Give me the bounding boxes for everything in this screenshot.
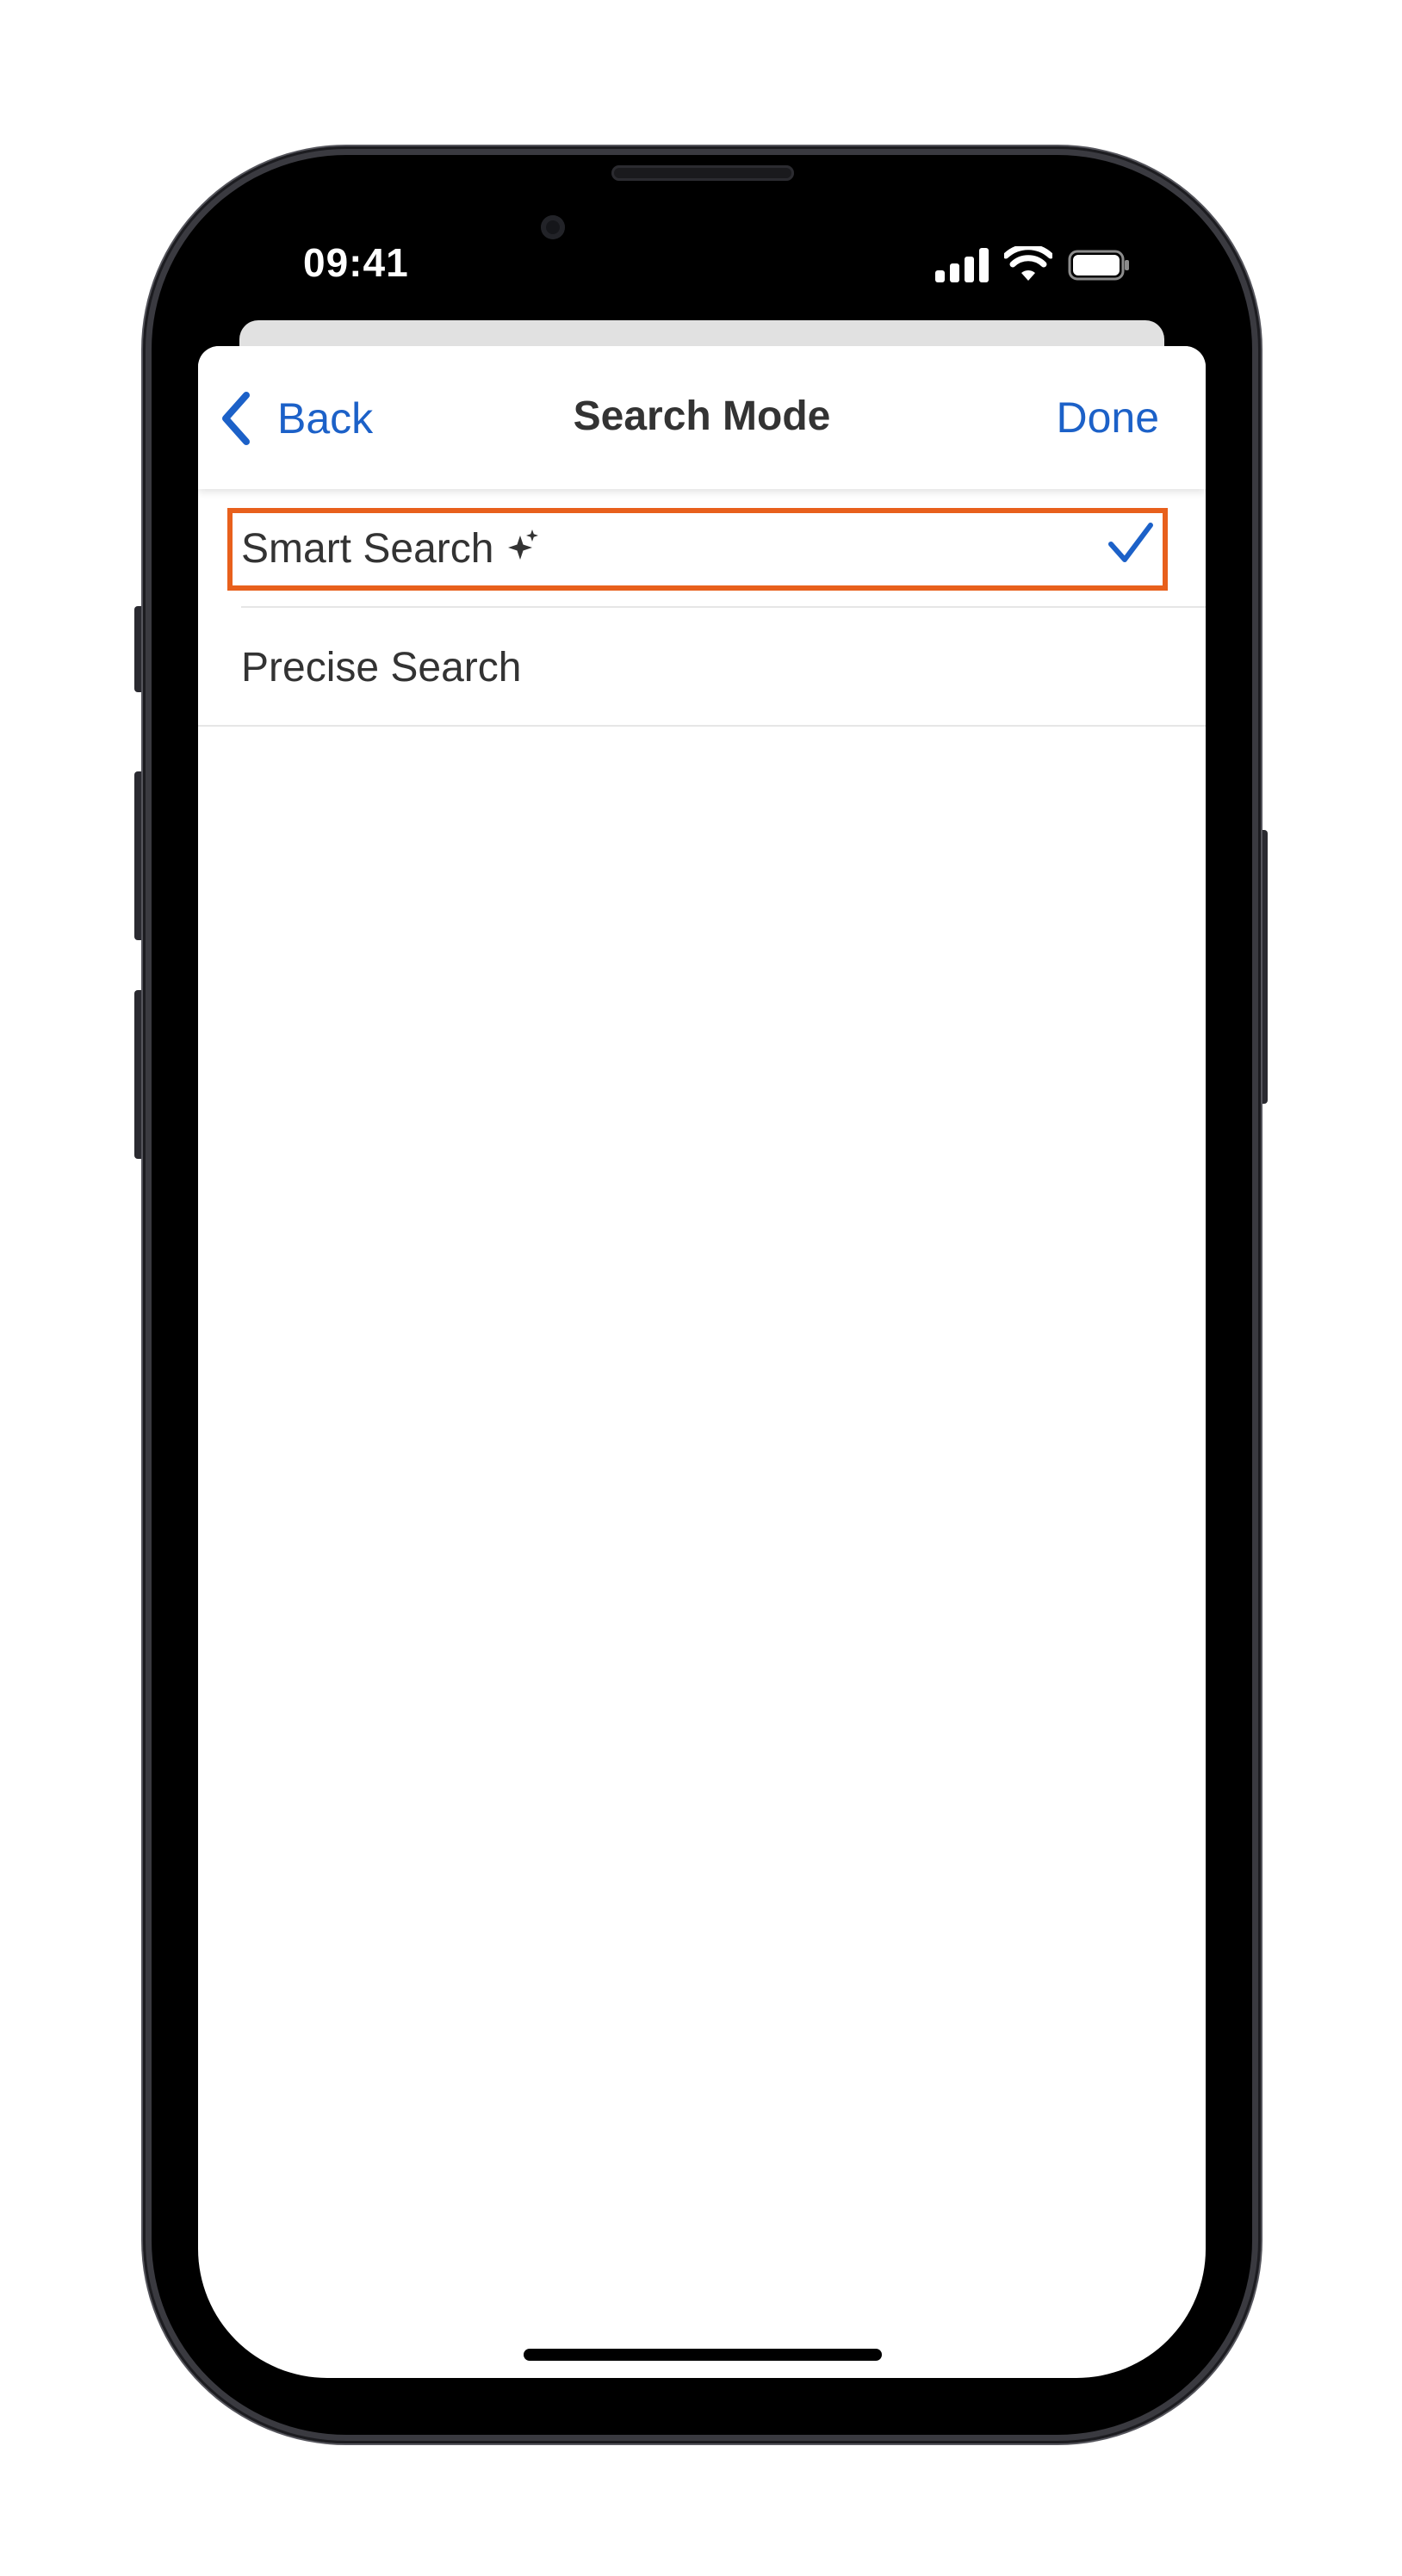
navigation-bar: Back Search Mode Done [198, 346, 1206, 489]
option-smart-search[interactable]: Smart Search [198, 489, 1206, 608]
search-mode-sheet: Back Search Mode Done Smart Search Preci… [198, 346, 1206, 2378]
highlight-box [227, 508, 1168, 591]
speaker-grille [611, 165, 794, 181]
wifi-icon [1004, 246, 1052, 281]
battery-icon [1068, 250, 1129, 281]
front-camera [541, 215, 565, 239]
home-indicator [524, 2349, 882, 2361]
divider [198, 725, 1206, 727]
page-title: Search Mode [573, 393, 831, 439]
option-label: Precise Search [241, 644, 522, 690]
status-time: 09:41 [303, 240, 409, 285]
search-mode-list: Smart Search Precise Search [198, 489, 1206, 727]
cellular-signal-icon [935, 248, 989, 282]
done-button[interactable]: Done [1056, 393, 1159, 443]
option-precise-search[interactable]: Precise Search [198, 608, 1206, 727]
